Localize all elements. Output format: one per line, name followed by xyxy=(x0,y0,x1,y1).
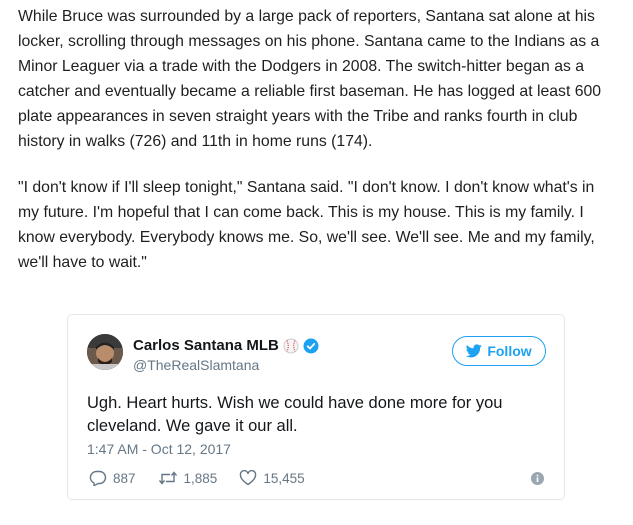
like-action[interactable]: 15,455 xyxy=(239,470,305,486)
tweet-display-name[interactable]: Carlos Santana MLB xyxy=(133,337,279,354)
avatar[interactable] xyxy=(87,334,123,370)
tweet-actions: 887 1,885 15,455 xyxy=(89,470,327,486)
article-paragraph: While Bruce was surrounded by a large pa… xyxy=(18,8,602,150)
follow-button[interactable]: Follow xyxy=(452,336,546,366)
avatar-photo xyxy=(87,334,123,370)
reply-count: 887 xyxy=(113,470,136,486)
verified-badge-icon xyxy=(303,338,319,353)
like-count: 15,455 xyxy=(263,470,305,486)
baseball-icon xyxy=(283,338,299,353)
reply-icon xyxy=(89,470,107,486)
follow-label: Follow xyxy=(487,343,532,359)
retweet-icon xyxy=(158,471,177,485)
reply-action[interactable]: 887 xyxy=(89,470,136,486)
article-paragraph: "I don't know if I'll sleep tonight," Sa… xyxy=(18,179,595,271)
tweet-text: Ugh. Heart hurts. Wish we could have don… xyxy=(87,394,503,435)
embedded-tweet[interactable]: Carlos Santana MLB @TheRealSlamtana Foll… xyxy=(67,314,565,500)
article-body: While Bruce was surrounded by a large pa… xyxy=(18,4,618,275)
tweet-author[interactable]: Carlos Santana MLB xyxy=(133,337,319,354)
retweet-count: 1,885 xyxy=(183,470,218,486)
heart-icon xyxy=(240,470,257,486)
tweet-timestamp[interactable]: 1:47 AM - Oct 12, 2017 xyxy=(87,441,231,457)
twitter-bird-icon xyxy=(466,344,483,358)
info-icon[interactable] xyxy=(531,472,544,485)
retweet-action[interactable]: 1,885 xyxy=(158,470,218,486)
tweet-handle[interactable]: @TheRealSlamtana xyxy=(133,357,259,373)
